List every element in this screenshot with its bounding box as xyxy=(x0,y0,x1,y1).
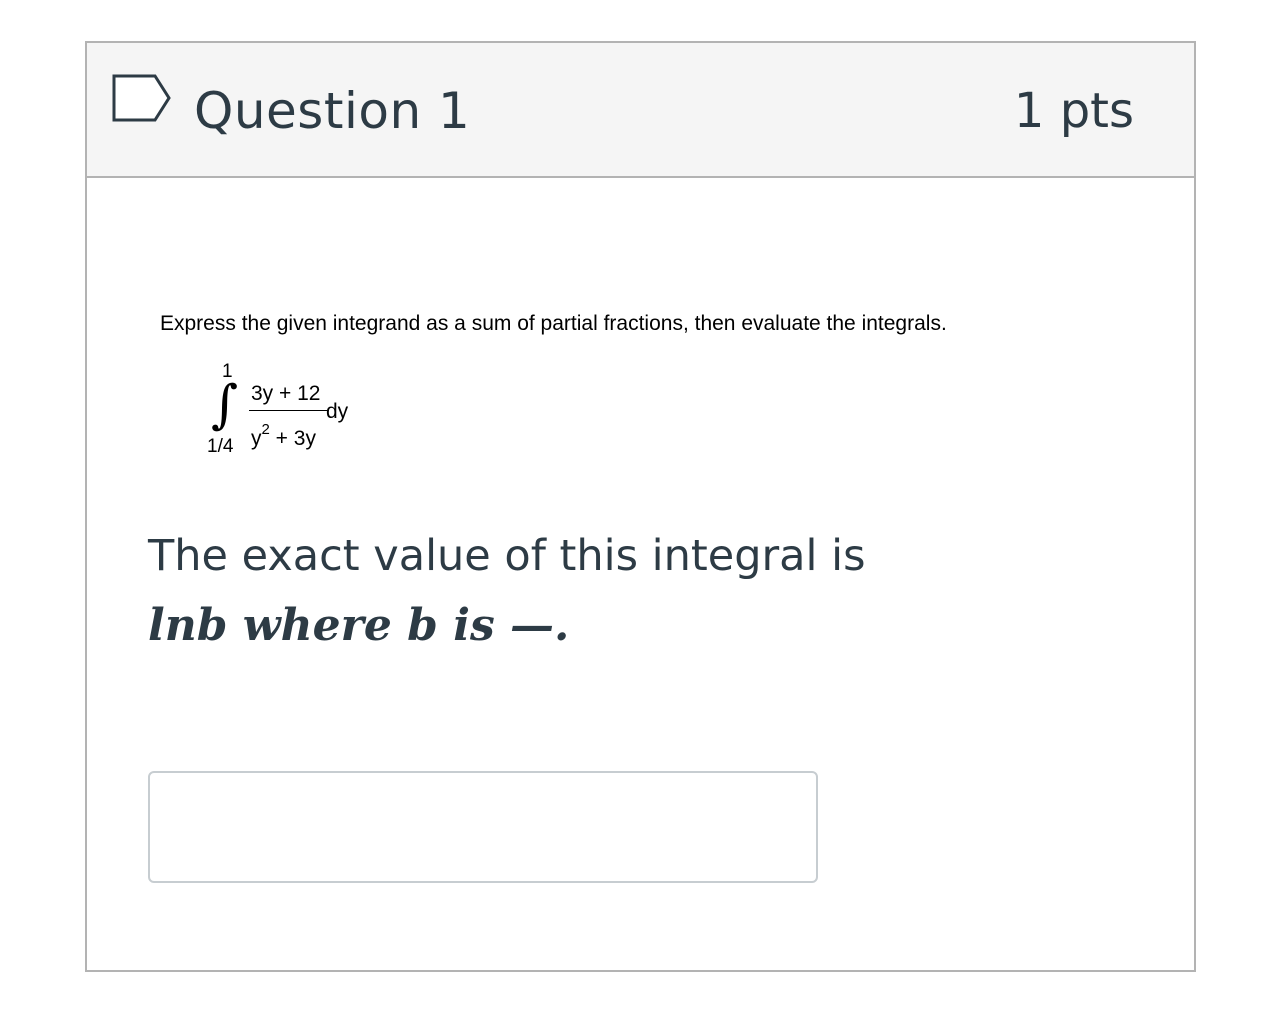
prompt-text: The exact value of this integral is xyxy=(148,531,866,581)
answer-input[interactable] xyxy=(148,771,818,883)
integrand-denominator: y2 + 3y xyxy=(251,421,316,451)
integrand-numerator: 3y + 12 xyxy=(251,382,321,405)
question-points: 1 pts xyxy=(1013,83,1134,139)
fraction-bar xyxy=(249,410,327,411)
integral-lower-limit: 1/4 xyxy=(207,436,234,457)
question-card: Question 1 1 pts Express the given integ… xyxy=(85,41,1196,972)
denominator-exponent: 2 xyxy=(261,421,270,438)
instruction-text: Express the given integrand as a sum of … xyxy=(160,312,947,335)
question-title: Question 1 xyxy=(194,82,471,140)
denominator-rest: + 3y xyxy=(269,427,316,450)
question-flag-icon[interactable] xyxy=(111,73,173,123)
denominator-base: y xyxy=(251,427,262,450)
integral-differential: dy xyxy=(326,400,349,423)
integral-sign: ∫ xyxy=(211,375,239,435)
question-body: Express the given integrand as a sum of … xyxy=(87,178,1194,970)
question-header: Question 1 1 pts xyxy=(87,43,1194,178)
integral-expression: 1 ∫ 1/4 3y + 12 y2 + 3y dy xyxy=(205,361,365,471)
prompt-math: lnb where b is —. xyxy=(148,600,570,651)
